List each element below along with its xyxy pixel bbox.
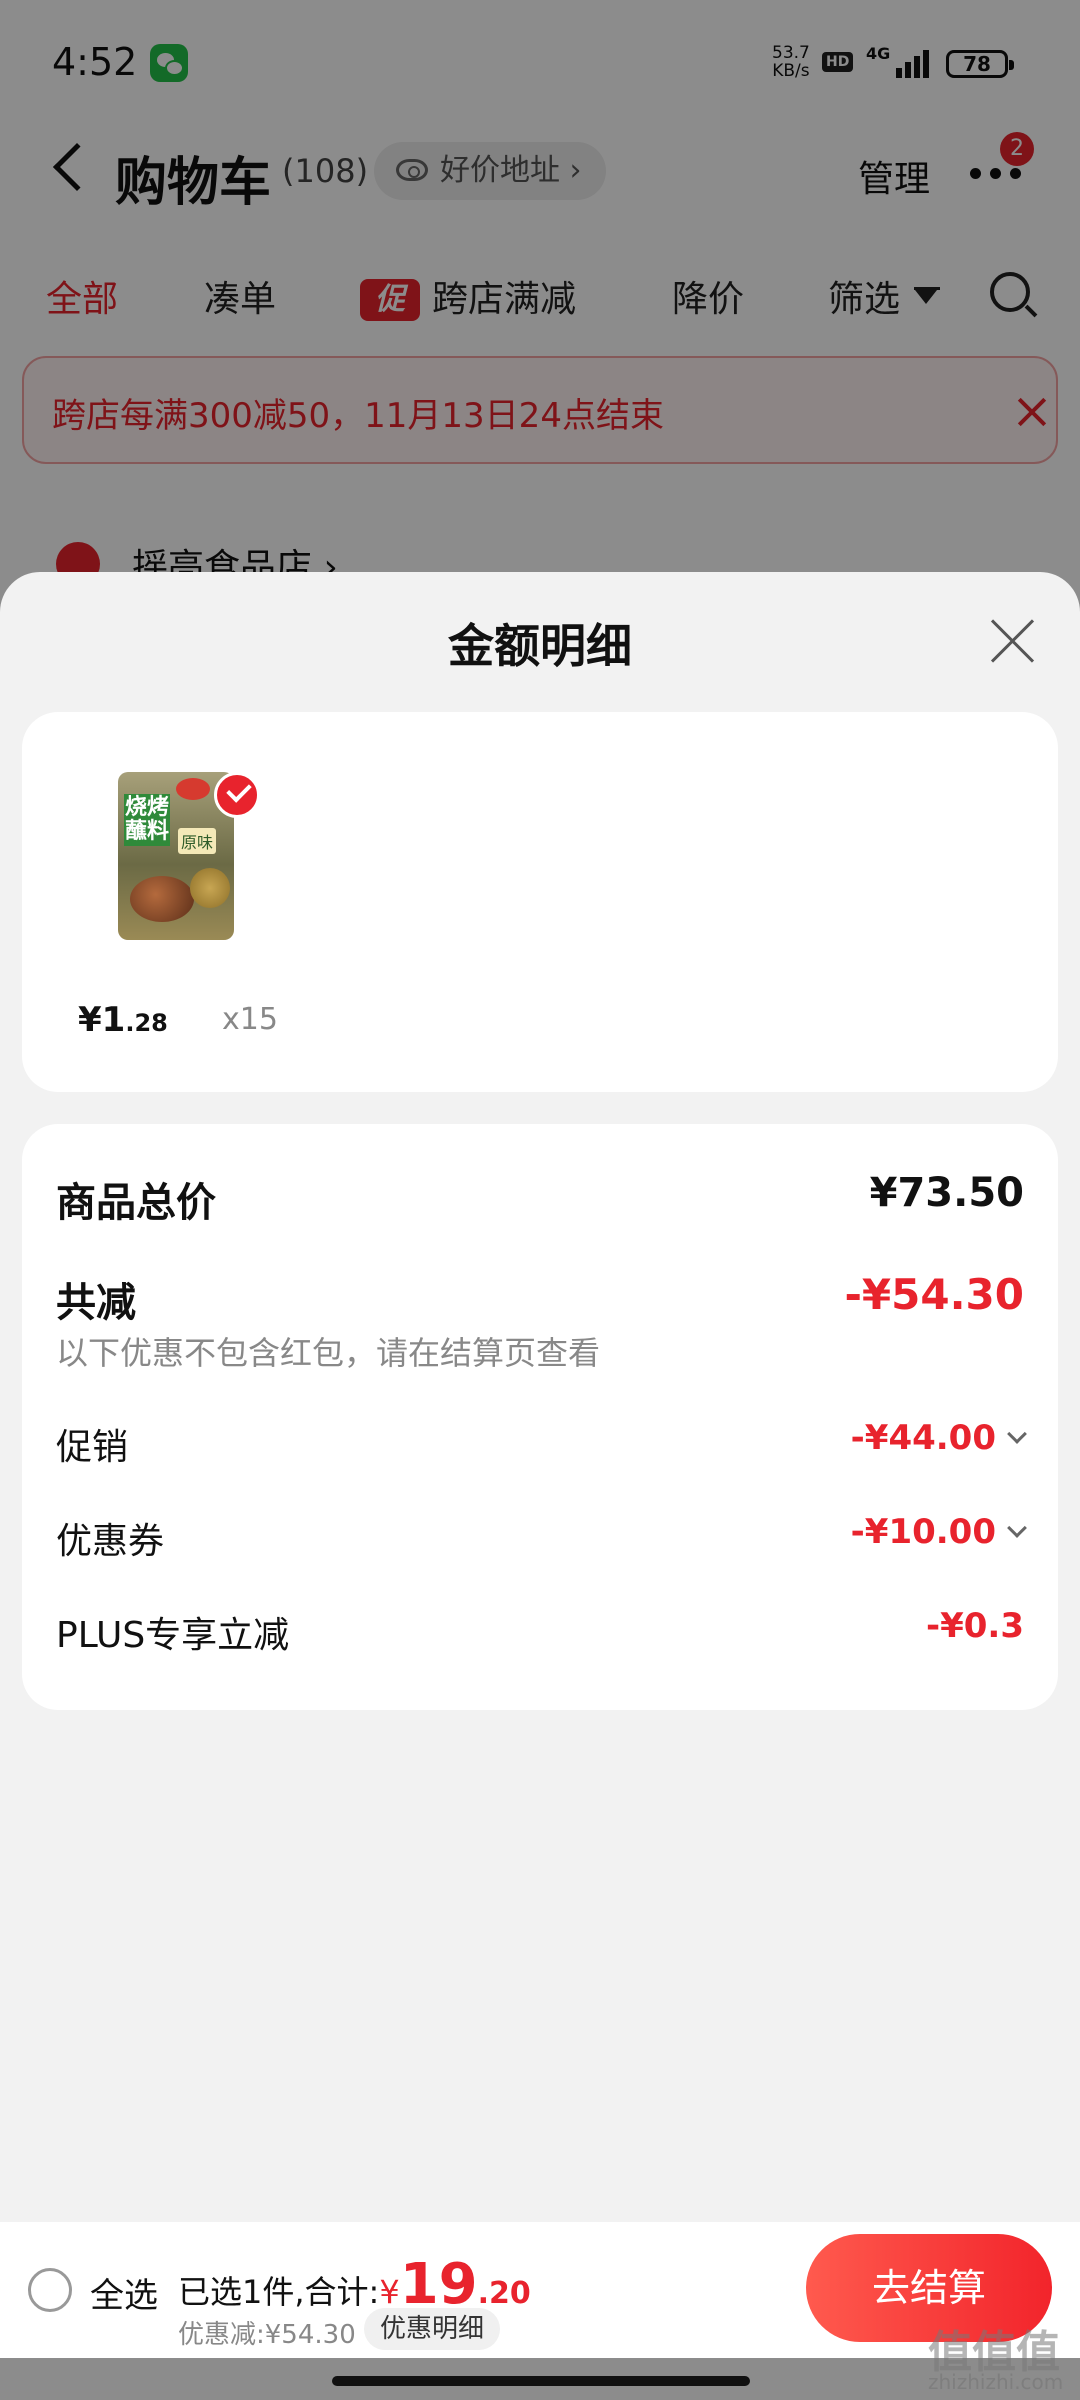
plus-discount-label: PLUS专享立减 (56, 1615, 290, 1656)
product-quantity: x15 (222, 1002, 278, 1037)
price-summary-card: 商品总价 ¥73.50 共减 -¥54.30 以下优惠不包含红包，请在结算页查看… (22, 1124, 1058, 1710)
discount-note: 以下优惠不包含红包，请在结算页查看 (56, 1334, 601, 1372)
watermark-url: zhizhizhi.com (928, 2370, 1064, 2394)
total-discount-value: -¥54.30 (844, 1270, 1024, 1319)
select-all-checkbox[interactable] (28, 2268, 72, 2312)
sheet-title: 金额明细 (448, 619, 632, 673)
discount-summary: 优惠减:¥54.30 (178, 2320, 356, 2350)
product-image-label: 烧烤蘸料 (124, 794, 170, 846)
close-icon[interactable] (990, 618, 1036, 664)
total-currency: ¥ (379, 2273, 400, 2311)
sauce-illustration (190, 868, 230, 908)
coupon-value: -¥10.00 (850, 1512, 996, 1552)
brand-logo (176, 778, 210, 800)
checkout-bar: 全选 已选1件,合计:¥19.20 优惠减:¥54.30 优惠明细 去结算 (0, 2222, 1080, 2358)
product-price: ¥1.28 (78, 1000, 168, 1040)
chevron-down-icon (1007, 1518, 1027, 1538)
coupon-label: 优惠券 (56, 1521, 165, 1562)
steak-illustration (130, 876, 194, 922)
amount-detail-sheet: 金额明细 烧烤蘸料 原味 ¥1.28 x15 商品总价 ¥73.50 共减 -¥… (0, 572, 1080, 2222)
plus-discount-value: -¥0.3 (926, 1606, 1024, 1646)
chevron-down-icon (1007, 1424, 1027, 1444)
check-icon (214, 772, 260, 818)
total-price-label: 商品总价 (56, 1180, 216, 1226)
total-discount-label: 共减 (56, 1280, 136, 1326)
home-indicator[interactable] (332, 2376, 750, 2386)
promotion-value: -¥44.00 (850, 1418, 996, 1458)
promotion-label: 促销 (56, 1427, 129, 1468)
coupon-row-toggle[interactable]: -¥10.00 (850, 1512, 1027, 1552)
selected-text: 已选1件,合计: (178, 2273, 380, 2311)
total-price-value: ¥73.50 (869, 1170, 1024, 1216)
product-price-int: ¥1 (78, 1000, 126, 1040)
product-card: 烧烤蘸料 原味 ¥1.28 x15 (22, 712, 1058, 1092)
promotion-row-toggle[interactable]: -¥44.00 (850, 1418, 1027, 1458)
product-price-cents: .28 (125, 1009, 168, 1037)
total-amount-dec: .20 (477, 2276, 531, 2311)
select-all-label[interactable]: 全选 (90, 2268, 158, 2317)
product-image-flavor: 原味 (178, 828, 217, 854)
discount-detail-button[interactable]: 优惠明细 (364, 2308, 501, 2350)
